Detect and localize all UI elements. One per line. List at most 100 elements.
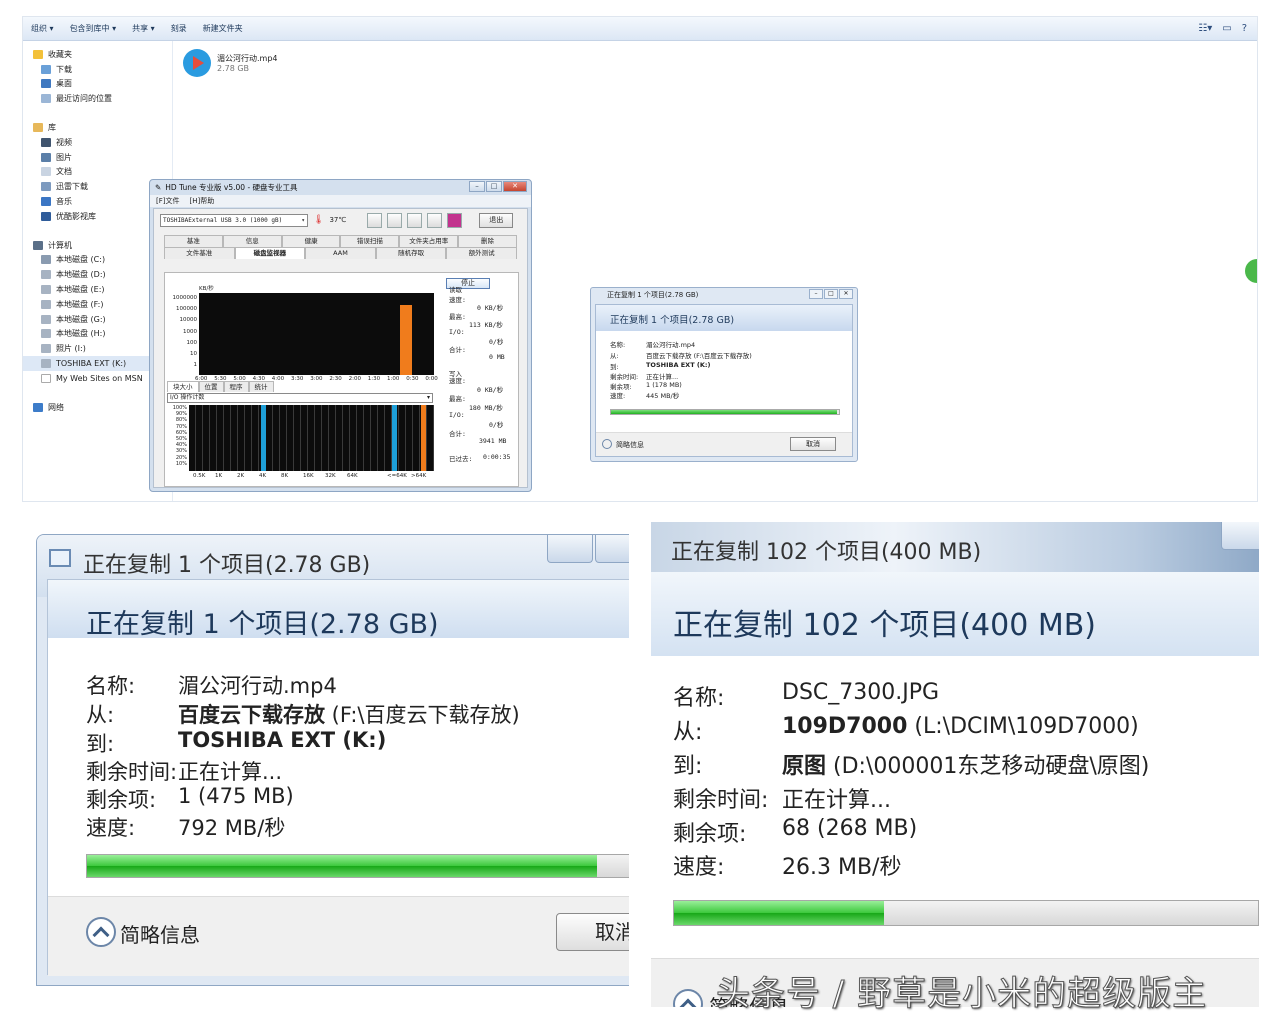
minimize-button[interactable]: – <box>809 289 823 299</box>
burn-button[interactable]: 刻录 <box>171 23 187 34</box>
nav-item-pictures[interactable]: 图片 <box>23 150 172 165</box>
less-details-button[interactable]: 简略信息 <box>616 440 644 450</box>
maximize-button[interactable]: □ <box>824 289 838 299</box>
detail-key: 速度: <box>673 855 725 880</box>
subtab-program[interactable]: 程序 <box>223 381 249 392</box>
source-folder: 百度云下载存放 <box>178 703 325 727</box>
collapse-icon[interactable] <box>602 439 612 449</box>
thunder-download-icon <box>41 182 51 192</box>
detail-value: 湄公河行动.mp4 <box>646 341 696 349</box>
block-size-tick-label: 1K <box>215 473 223 479</box>
block-size-tick-label: 32K <box>325 473 336 479</box>
subtab-position[interactable]: 位置 <box>198 381 224 392</box>
x-tick-label: 0:30 <box>406 376 419 382</box>
nav-libraries[interactable]: 库 <box>23 120 172 135</box>
write-max-label: 最高: <box>449 395 466 403</box>
maximize-button[interactable]: □ <box>486 181 502 192</box>
cancel-button[interactable]: 取消 <box>556 913 629 951</box>
collapse-details-icon[interactable] <box>86 917 116 947</box>
io-metric-value: I/O 操作计数 <box>170 394 205 401</box>
copy-dialog-left-header: 正在复制 1 个项目(2.78 GB) <box>86 609 439 640</box>
copy-dialog-right-header: 正在复制 102 个项目(400 MB) <box>673 608 1097 643</box>
detail-value: 正在计算... <box>646 373 679 381</box>
detail-value: 湄公河行动.mp4 <box>178 674 337 698</box>
y-tick-label: 10000 <box>179 317 198 324</box>
percent-tick-label: 60% <box>175 429 187 436</box>
tab-aam[interactable]: AAM <box>305 247 376 259</box>
new-folder-button[interactable]: 新建文件夹 <box>203 23 243 34</box>
nav-item-recent[interactable]: 最近访问的位置 <box>23 91 172 106</box>
tab-health[interactable]: 健康 <box>281 235 341 247</box>
read-max: 113 KB/秒 <box>469 321 503 329</box>
tab-error-scan[interactable]: 错误扫描 <box>340 235 400 247</box>
block-size-chart <box>189 405 434 471</box>
detail-key: 到: <box>610 363 619 371</box>
floating-widget-icon[interactable] <box>1245 259 1257 283</box>
menu-file[interactable]: [F]文件 <box>156 196 180 206</box>
preview-pane-icon[interactable]: ▭ <box>1222 23 1231 34</box>
read-total: 0 MB <box>489 353 505 361</box>
save-icon[interactable] <box>407 212 423 228</box>
block-size-tick-label: 8K <box>281 473 289 479</box>
x-tick-label: 4:00 <box>271 376 285 382</box>
io-metric-select[interactable]: I/O 操作计数 ▾ <box>167 393 433 403</box>
tab-file-benchmark[interactable]: 文件基准 <box>164 247 235 259</box>
tab-random-access[interactable]: 随机存取 <box>375 247 447 259</box>
y-tick-label: 100 <box>186 339 198 346</box>
menu-help[interactable]: [H]帮助 <box>190 196 215 206</box>
read-io-label: I/O: <box>449 328 465 336</box>
collapse-details-icon[interactable] <box>673 989 703 1007</box>
block-size-tick-label: 2K <box>237 473 245 479</box>
download-icon[interactable] <box>447 212 463 228</box>
close-button[interactable]: ✕ <box>839 289 853 299</box>
progress-fill <box>611 410 837 414</box>
destination-folder: TOSHIBA EXT (K:) <box>178 728 387 752</box>
source-folder: 109D7000 <box>782 714 908 739</box>
chart-unit: KB/秒 <box>199 286 214 292</box>
nav-item-documents[interactable]: 文档 <box>23 165 172 180</box>
subtab-statistics[interactable]: 统计 <box>248 381 274 392</box>
options-icon[interactable] <box>427 212 443 228</box>
view-options-icon[interactable]: ☷▾ <box>1198 23 1212 34</box>
subtab-block-size[interactable]: 块大小 <box>167 381 199 392</box>
drive-icon <box>41 285 51 295</box>
minimize-button[interactable]: – <box>469 181 485 192</box>
drive-select[interactable]: TOSHIBAExternal USB 3.0 (1000 gB) ▾ <box>160 213 308 227</box>
detail-key: 剩余时间: <box>86 760 178 784</box>
tab-benchmark[interactable]: 基准 <box>164 235 223 247</box>
share-menu[interactable]: 共享 ▾ <box>132 23 155 34</box>
chevron-down-icon: ▾ <box>426 394 430 401</box>
video-player-icon <box>183 49 211 77</box>
copy-icon[interactable] <box>367 212 383 228</box>
copy-all-icon[interactable] <box>387 212 403 228</box>
nav-label: 收藏夹 <box>48 49 72 59</box>
nav-favorites[interactable]: 收藏夹 <box>23 47 172 62</box>
tab-disk-monitor[interactable]: 磁盘监视器 <box>234 247 306 259</box>
nav-item-downloads[interactable]: 下载 <box>23 62 172 77</box>
file-item[interactable]: 湄公河行动.mp4 2.78 GB <box>183 49 278 77</box>
close-button[interactable]: ✕ <box>503 181 527 192</box>
nav-label: 图片 <box>56 152 72 162</box>
nav-label: 本地磁盘 (E:) <box>56 285 105 295</box>
nav-label: 音乐 <box>56 197 72 207</box>
minimize-button[interactable] <box>547 535 593 563</box>
tab-info[interactable]: 信息 <box>222 235 282 247</box>
less-details-button[interactable]: 简略信息 <box>120 919 200 948</box>
tab-extra-tests[interactable]: 额外测试 <box>446 247 517 259</box>
exit-button[interactable]: 退出 <box>479 212 514 228</box>
tab-folder-usage[interactable]: 文件夹占用率 <box>399 235 459 247</box>
detail-key: 剩余项: <box>86 788 157 812</box>
cancel-button[interactable]: 取消 <box>790 437 836 451</box>
nav-item-desktop[interactable]: 桌面 <box>23 77 172 92</box>
detail-row-items: 剩余项: 68 (268 MB) <box>673 816 917 848</box>
organize-menu[interactable]: 组织 ▾ <box>31 23 54 34</box>
help-icon[interactable]: ? <box>1242 23 1247 34</box>
percent-tick-label: 70% <box>175 423 187 430</box>
include-in-library-menu[interactable]: 包含到库中 ▾ <box>70 23 117 34</box>
minimize-button[interactable] <box>1221 522 1259 550</box>
nav-item-videos[interactable]: 视频 <box>23 135 172 150</box>
percent-tick-label: 100% <box>172 405 187 411</box>
tab-erase[interactable]: 删除 <box>458 235 517 247</box>
detail-key: 名称: <box>86 674 136 698</box>
maximize-button[interactable] <box>595 535 629 563</box>
